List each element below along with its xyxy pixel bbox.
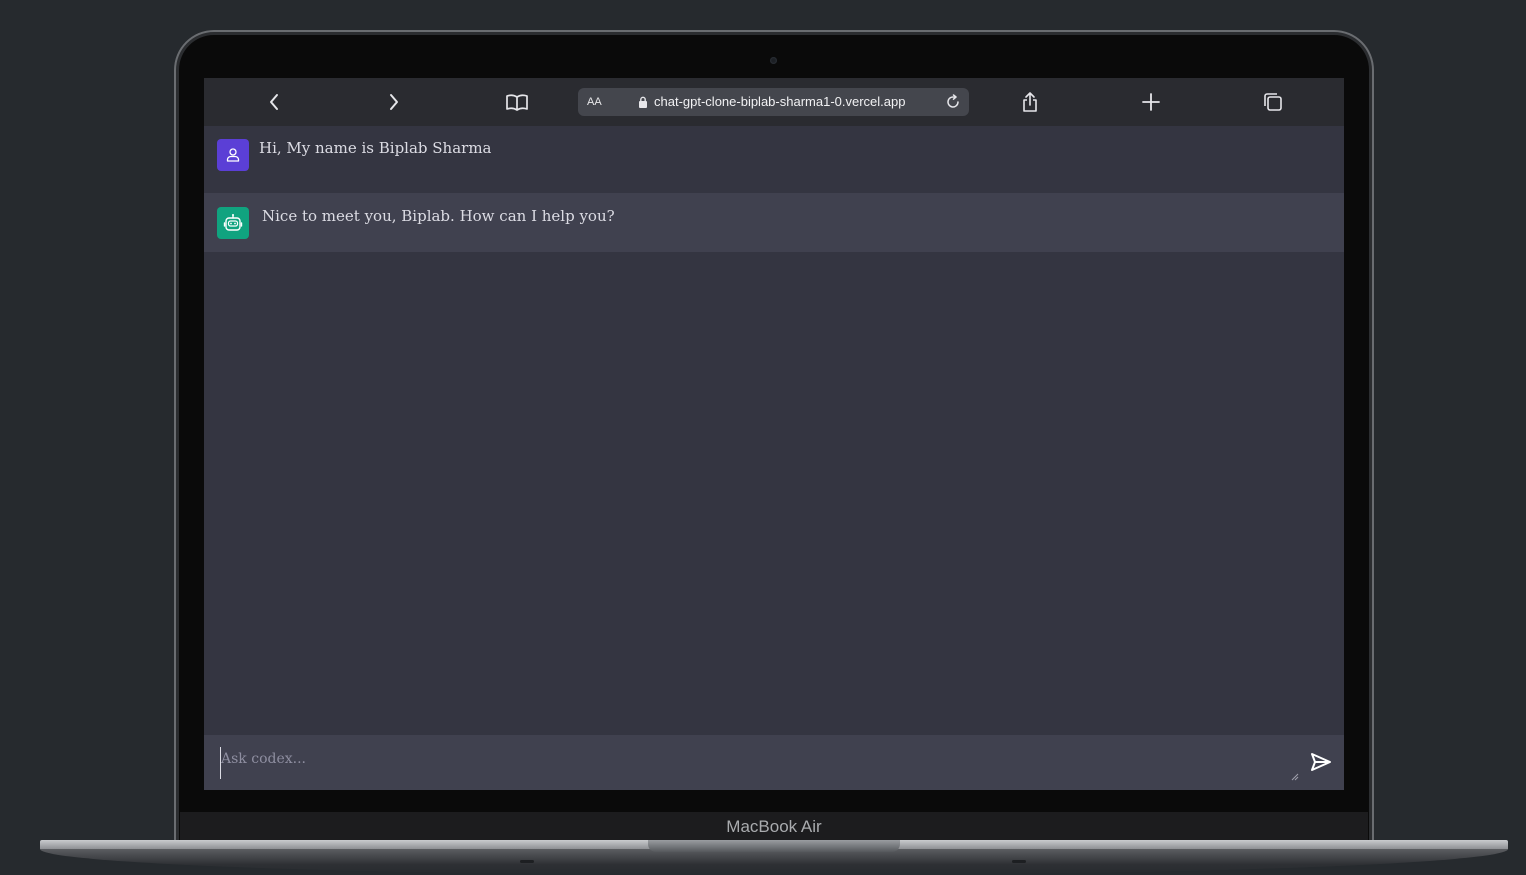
user-avatar xyxy=(217,139,249,171)
reload-icon[interactable] xyxy=(945,94,961,110)
book-icon xyxy=(506,94,528,111)
back-icon xyxy=(270,94,278,110)
plus-icon xyxy=(1142,93,1160,111)
share-button[interactable] xyxy=(1017,90,1043,114)
forward-button[interactable] xyxy=(381,90,407,114)
prompt-input[interactable] xyxy=(220,747,1291,779)
tabs-icon xyxy=(1264,93,1282,111)
laptop-base-shadow xyxy=(40,849,1508,875)
bot-avatar xyxy=(217,207,249,239)
user-icon xyxy=(226,148,240,162)
bot-icon xyxy=(223,214,243,231)
reader-mode-button[interactable]: AA xyxy=(587,88,602,116)
resize-grip-icon[interactable] xyxy=(1291,773,1299,781)
chat-message-user: Hi, My name is Biplab Sharma xyxy=(204,126,1344,193)
chat-message-assistant: Nice to meet you, Biplab. How can I help… xyxy=(204,193,1344,252)
url-text: chat-gpt-clone-biplab-sharma1-0.vercel.a… xyxy=(654,94,906,109)
chat-input-area xyxy=(204,735,1344,790)
tabs-button[interactable] xyxy=(1260,90,1286,114)
bookmarks-button[interactable] xyxy=(504,90,530,114)
mockup-stage: MacBook Air AA chat-gpt-clone-biplab-sha… xyxy=(0,0,1526,875)
message-text: Hi, My name is Biplab Sharma xyxy=(259,139,492,157)
browser-screen: AA chat-gpt-clone-biplab-sharma1-0.verce… xyxy=(204,78,1344,790)
laptop-foot xyxy=(520,860,534,863)
forward-icon xyxy=(390,94,398,110)
send-button[interactable] xyxy=(1308,749,1334,775)
address-bar[interactable]: AA chat-gpt-clone-biplab-sharma1-0.verce… xyxy=(578,88,969,116)
laptop-foot xyxy=(1012,860,1026,863)
lock-icon xyxy=(639,96,647,108)
back-button[interactable] xyxy=(261,90,287,114)
new-tab-button[interactable] xyxy=(1138,90,1164,114)
share-icon xyxy=(1023,92,1037,112)
laptop-hinge-notch xyxy=(648,840,900,852)
camera-icon xyxy=(770,57,777,64)
browser-toolbar: AA chat-gpt-clone-biplab-sharma1-0.verce… xyxy=(204,78,1344,127)
send-icon xyxy=(1311,753,1331,771)
message-text: Nice to meet you, Biplab. How can I help… xyxy=(262,207,615,225)
device-brand-label: MacBook Air xyxy=(726,817,822,836)
